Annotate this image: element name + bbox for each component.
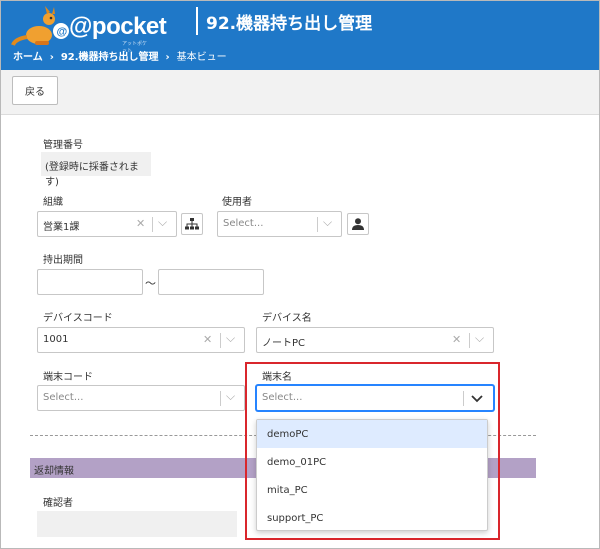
dropdown-option[interactable]: demoPC <box>257 420 487 448</box>
device-name-select[interactable]: ノートPC ✕ ⌵ <box>256 327 494 353</box>
person-icon <box>352 218 364 230</box>
period-separator: ～ <box>145 277 156 290</box>
organization-select[interactable]: 営業1課 ✕ ⌵ <box>37 211 177 237</box>
chevron-down-icon[interactable]: ⌵ <box>475 331 484 346</box>
breadcrumb-view: 基本ビュー <box>176 52 227 63</box>
title-divider <box>196 7 198 35</box>
terminal-name-dropdown: demoPC demo_01PC mita_PC support_PC <box>256 419 488 531</box>
org-tree-button[interactable] <box>181 213 203 235</box>
select-divider <box>317 217 318 232</box>
confirmer-label: 確認者 <box>43 498 73 509</box>
chevron-down-icon[interactable]: ⌵ <box>158 215 167 230</box>
user-placeholder: Select... <box>223 218 264 229</box>
select-divider <box>469 333 470 348</box>
breadcrumb: ホーム › 92.機器持ち出し管理 › 基本ビュー <box>13 48 227 63</box>
breadcrumb-separator-icon: › <box>165 52 170 63</box>
dropdown-option[interactable]: mita_PC <box>257 476 487 504</box>
return-section-title: 返却情報 <box>34 466 74 477</box>
device-code-value: 1001 <box>43 334 69 345</box>
period-label: 持出期間 <box>43 255 83 266</box>
user-label: 使用者 <box>222 197 252 208</box>
clear-x-icon[interactable]: ✕ <box>203 333 212 346</box>
breadcrumb-home[interactable]: ホーム <box>13 52 43 63</box>
terminal-code-placeholder: Select... <box>43 392 84 403</box>
breadcrumb-separator-icon: › <box>49 52 54 63</box>
toolbar: 戻る <box>1 70 599 115</box>
logo-text: @pocket <box>69 13 167 40</box>
user-picker-button[interactable] <box>347 213 369 235</box>
terminal-code-select[interactable]: Select... ⌵ <box>37 385 245 411</box>
page-title: 92.機器持ち出し管理 <box>206 14 373 34</box>
device-code-select[interactable]: 1001 ✕ ⌵ <box>37 327 245 353</box>
select-divider <box>152 217 153 232</box>
svg-text:@: @ <box>57 26 68 38</box>
device-code-label: デバイスコード <box>43 313 113 324</box>
select-divider <box>220 333 221 348</box>
kangaroo-logo-icon: @ <box>11 6 69 46</box>
organization-value: 営業1課 <box>43 222 80 233</box>
confirmer-field <box>37 511 237 537</box>
chevron-down-icon[interactable]: ⌵ <box>226 331 235 346</box>
app-header: @ @pocket アットポケット 92.機器持ち出し管理 ホーム › 92.機器持… <box>1 1 599 70</box>
management-no-label: 管理番号 <box>43 140 83 151</box>
organization-label: 組織 <box>43 197 63 208</box>
user-select[interactable]: Select... ⌵ <box>217 211 342 237</box>
back-button[interactable]: 戻る <box>12 76 58 105</box>
period-start-input[interactable] <box>37 269 143 295</box>
select-divider <box>220 391 221 406</box>
device-name-value: ノートPC <box>262 338 306 349</box>
period-end-input[interactable] <box>158 269 264 295</box>
clear-x-icon[interactable]: ✕ <box>136 217 145 230</box>
chevron-down-icon[interactable]: ⌵ <box>226 389 235 404</box>
breadcrumb-app[interactable]: 92.機器持ち出し管理 <box>61 52 159 63</box>
terminal-code-label: 端末コード <box>43 372 93 383</box>
app-logo[interactable]: @ @pocket アットポケット <box>9 5 167 54</box>
org-tree-icon <box>185 218 199 230</box>
management-no-value: (登録時に採番されます) <box>41 152 151 188</box>
device-name-label: デバイス名 <box>262 313 312 324</box>
dropdown-option[interactable]: support_PC <box>257 504 487 532</box>
chevron-down-icon[interactable]: ⌵ <box>323 215 332 230</box>
clear-x-icon[interactable]: ✕ <box>452 333 461 346</box>
dropdown-option[interactable]: demo_01PC <box>257 448 487 476</box>
